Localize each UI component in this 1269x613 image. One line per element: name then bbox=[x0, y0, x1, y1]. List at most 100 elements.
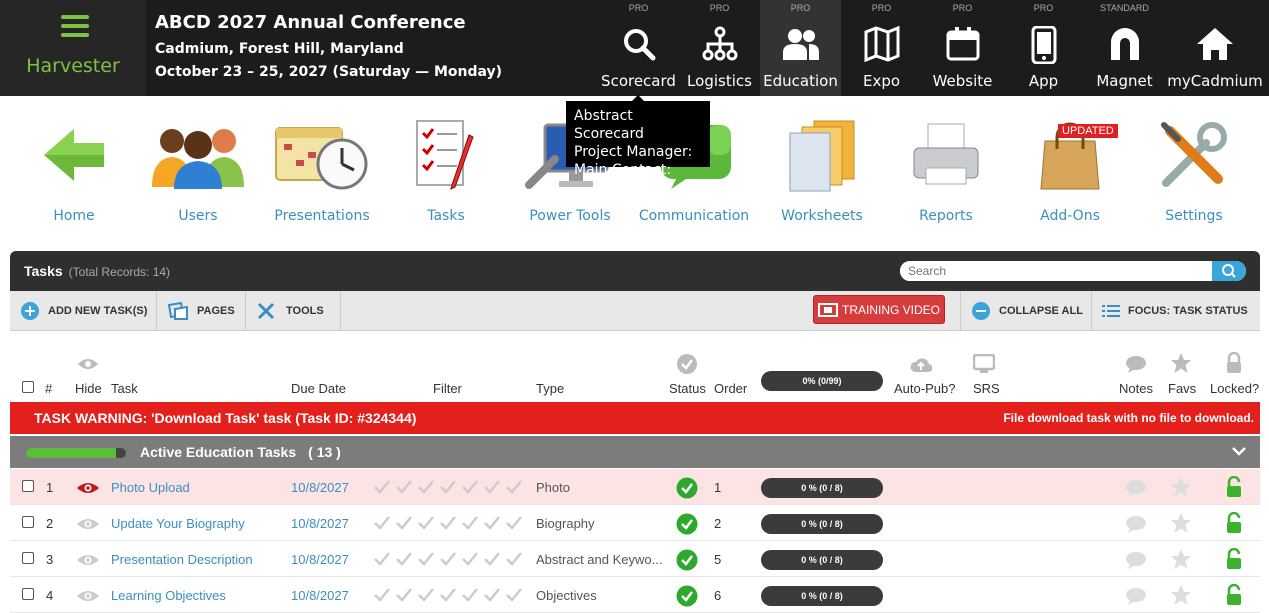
row-checkbox[interactable] bbox=[22, 588, 34, 600]
due-date[interactable]: 10/8/2027 bbox=[291, 480, 349, 495]
filter-check-icon[interactable] bbox=[483, 478, 501, 499]
status-check-icon[interactable] bbox=[676, 477, 698, 499]
task-link[interactable]: Update Your Biography bbox=[111, 516, 245, 531]
nav-app[interactable]: PRO App bbox=[1003, 0, 1084, 96]
filter-check-icon[interactable] bbox=[417, 478, 435, 499]
col-task[interactable]: Task bbox=[111, 381, 138, 396]
nav-mycadmium[interactable]: myCadmium bbox=[1165, 0, 1265, 96]
comment-icon[interactable] bbox=[1125, 551, 1147, 569]
filter-check-icon[interactable] bbox=[439, 586, 457, 607]
filter-check-icon[interactable] bbox=[505, 478, 523, 499]
table-row[interactable]: 3 Presentation Description 10/8/2027 Abstra… bbox=[10, 541, 1260, 577]
star-icon[interactable] bbox=[1170, 548, 1192, 570]
col-order[interactable]: Order bbox=[714, 381, 747, 396]
comment-icon[interactable] bbox=[1125, 515, 1147, 533]
eye-icon[interactable] bbox=[76, 480, 100, 496]
filter-check-icon[interactable] bbox=[505, 514, 523, 535]
nav-expo[interactable]: PRO Expo bbox=[841, 0, 922, 96]
filter-check-icon[interactable] bbox=[373, 478, 391, 499]
app-reports[interactable]: Reports bbox=[884, 110, 1008, 224]
filter-check-icon[interactable] bbox=[373, 550, 391, 571]
filter-check-icon[interactable] bbox=[461, 478, 479, 499]
app-settings[interactable]: Settings bbox=[1132, 110, 1256, 224]
nav-education[interactable]: PRO Education bbox=[760, 0, 841, 96]
row-checkbox[interactable] bbox=[22, 480, 34, 492]
col-auto-pub[interactable]: Auto-Pub? bbox=[894, 381, 955, 396]
unlock-icon[interactable] bbox=[1225, 584, 1243, 606]
chevron-down-icon[interactable] bbox=[1232, 446, 1246, 456]
app-add-ons[interactable]: UPDATED Add-Ons bbox=[1008, 110, 1132, 224]
due-date[interactable]: 10/8/2027 bbox=[291, 516, 349, 531]
task-group-header[interactable]: Active Education Tasks ( 13 ) bbox=[10, 436, 1260, 468]
star-icon[interactable] bbox=[1170, 476, 1192, 498]
nav-logistics[interactable]: PRO Logistics bbox=[679, 0, 760, 96]
app-worksheets[interactable]: Worksheets bbox=[760, 110, 884, 224]
nav-scorecard[interactable]: PRO Scorecard bbox=[598, 0, 679, 96]
select-all-checkbox[interactable] bbox=[22, 381, 34, 393]
table-row[interactable]: 1 Photo Upload 10/8/2027 Photo 1 0 % (0 / 8) bbox=[10, 469, 1260, 505]
row-checkbox[interactable] bbox=[22, 552, 34, 564]
collapse-all-button[interactable]: COLLAPSE ALL bbox=[960, 291, 1092, 331]
status-check-icon[interactable] bbox=[676, 585, 698, 607]
col-type[interactable]: Type bbox=[536, 381, 564, 396]
filter-check-icon[interactable] bbox=[373, 514, 391, 535]
row-checkbox[interactable] bbox=[22, 516, 34, 528]
filter-check-icon[interactable] bbox=[461, 550, 479, 571]
eye-icon[interactable] bbox=[76, 516, 100, 532]
col-filter[interactable]: Filter bbox=[433, 381, 462, 396]
task-link[interactable]: Learning Objectives bbox=[111, 588, 226, 603]
eye-icon[interactable] bbox=[76, 552, 100, 568]
table-row[interactable]: 4 Learning Objectives 10/8/2027 Objectives 6… bbox=[10, 577, 1260, 613]
status-check-icon[interactable] bbox=[676, 549, 698, 571]
focus-button[interactable]: FOCUS: TASK STATUS bbox=[1092, 291, 1260, 331]
due-date[interactable]: 10/8/2027 bbox=[291, 588, 349, 603]
filter-check-icon[interactable] bbox=[439, 514, 457, 535]
filter-check-icon[interactable] bbox=[439, 550, 457, 571]
eye-icon[interactable] bbox=[76, 588, 100, 604]
col-locked[interactable]: Locked? bbox=[1210, 381, 1259, 396]
harvester-logo[interactable]: Harvester bbox=[0, 0, 146, 96]
filter-check-icon[interactable] bbox=[439, 478, 457, 499]
app-home[interactable]: Home bbox=[12, 110, 136, 224]
filter-check-icon[interactable] bbox=[483, 514, 501, 535]
comment-icon[interactable] bbox=[1125, 479, 1147, 497]
col-srs[interactable]: SRS bbox=[973, 381, 1000, 396]
menu-icon[interactable] bbox=[61, 15, 89, 37]
task-link[interactable]: Photo Upload bbox=[111, 480, 190, 495]
star-icon[interactable] bbox=[1170, 584, 1192, 606]
table-row[interactable]: 2 Update Your Biography 10/8/2027 Biography… bbox=[10, 505, 1260, 541]
nav-magnet[interactable]: STANDARD Magnet bbox=[1084, 0, 1165, 96]
col-due-date[interactable]: Due Date bbox=[291, 381, 346, 396]
tools-button[interactable]: TOOLS bbox=[246, 291, 341, 331]
filter-check-icon[interactable] bbox=[483, 586, 501, 607]
filter-check-icon[interactable] bbox=[461, 586, 479, 607]
app-users[interactable]: Users bbox=[136, 110, 260, 224]
unlock-icon[interactable] bbox=[1225, 512, 1243, 534]
unlock-icon[interactable] bbox=[1225, 476, 1243, 498]
filter-check-icon[interactable] bbox=[417, 514, 435, 535]
col-hide[interactable]: Hide bbox=[75, 381, 102, 396]
col-notes[interactable]: Notes bbox=[1119, 381, 1153, 396]
search-input[interactable] bbox=[900, 261, 1200, 281]
filter-check-icon[interactable] bbox=[505, 550, 523, 571]
col-status[interactable]: Status bbox=[669, 381, 706, 396]
status-check-icon[interactable] bbox=[676, 513, 698, 535]
filter-check-icon[interactable] bbox=[373, 586, 391, 607]
unlock-icon[interactable] bbox=[1225, 548, 1243, 570]
star-icon[interactable] bbox=[1170, 512, 1192, 534]
filter-check-icon[interactable] bbox=[505, 586, 523, 607]
filter-check-icon[interactable] bbox=[395, 478, 413, 499]
app-presentations[interactable]: Presentations bbox=[260, 110, 384, 224]
task-link[interactable]: Presentation Description bbox=[111, 552, 253, 567]
due-date[interactable]: 10/8/2027 bbox=[291, 552, 349, 567]
add-task-button[interactable]: ADD NEW TASK(S) bbox=[10, 291, 157, 331]
nav-website[interactable]: PRO Website bbox=[922, 0, 1003, 96]
training-video-button[interactable]: TRAINING VIDEO bbox=[813, 295, 945, 324]
filter-check-icon[interactable] bbox=[395, 586, 413, 607]
filter-check-icon[interactable] bbox=[417, 586, 435, 607]
comment-icon[interactable] bbox=[1125, 587, 1147, 605]
filter-check-icon[interactable] bbox=[417, 550, 435, 571]
filter-check-icon[interactable] bbox=[461, 514, 479, 535]
app-tasks[interactable]: Tasks bbox=[384, 110, 508, 224]
filter-check-icon[interactable] bbox=[395, 514, 413, 535]
